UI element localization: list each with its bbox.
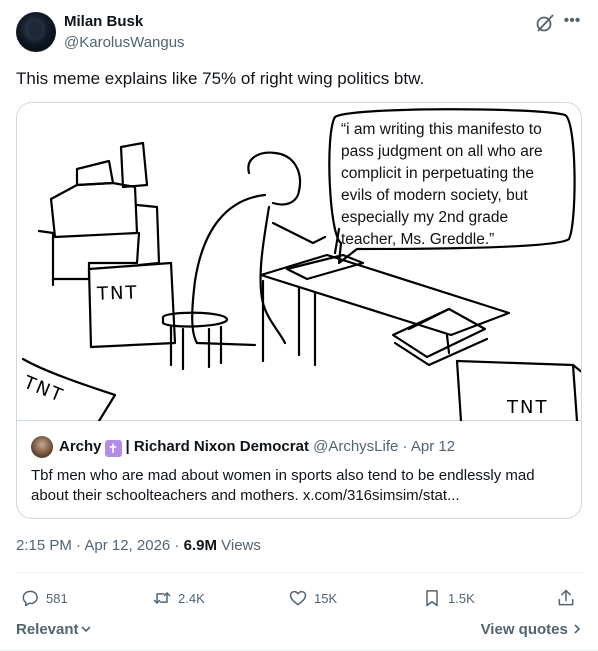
- sort-label: Relevant: [16, 621, 79, 638]
- action-bar: 581 2.4K 15K 1.5K: [16, 584, 582, 612]
- grok-icon[interactable]: [534, 12, 556, 34]
- quoted-avatar[interactable]: [31, 436, 53, 458]
- like-count: 15K: [314, 590, 338, 606]
- quoted-dot: ·: [402, 438, 408, 455]
- views-count: 6.9M: [183, 537, 217, 554]
- speech-bubble-text: “i am writing this manifesto to pass jud…: [341, 121, 543, 248]
- cross-icon: ✝: [104, 440, 122, 457]
- heart-icon: [289, 590, 307, 606]
- reply-icon: [22, 590, 38, 607]
- reply-button[interactable]: 581: [20, 584, 68, 612]
- quoted-header: Archy ✝ | Richard Nixon Democrat @ArchysLi…: [59, 438, 455, 457]
- author-handle[interactable]: @KarolusWangus: [64, 34, 185, 51]
- repost-count: 2.4K: [178, 590, 205, 606]
- repost-icon: [153, 592, 171, 604]
- more-icon[interactable]: •••: [562, 12, 582, 34]
- bookmark-icon: [426, 590, 438, 607]
- media-card[interactable]: TNT TNT TNT “i am writing this manifesto…: [16, 102, 582, 519]
- tweet-timestamp: 2:15 PM · Apr 12, 2026 · 6.9M Views: [16, 537, 261, 554]
- sort-dropdown[interactable]: Relevant: [16, 621, 92, 638]
- view-quotes-link[interactable]: View quotes: [481, 621, 582, 638]
- bookmark-count: 1.5K: [448, 590, 475, 606]
- repost-button[interactable]: 2.4K: [152, 584, 205, 612]
- tnt-label-1: TNT: [96, 282, 139, 305]
- quoted-date[interactable]: Apr 12: [411, 438, 455, 455]
- tweet-header: Milan Busk @KarolusWangus •••: [16, 12, 582, 52]
- quoted-handle[interactable]: @ArchysLife: [313, 438, 398, 455]
- share-button[interactable]: [556, 584, 582, 612]
- quoted-affiliation: | Richard Nixon Democrat: [125, 438, 309, 455]
- like-button[interactable]: 15K: [288, 584, 337, 612]
- quoted-name[interactable]: Archy: [59, 438, 102, 455]
- reply-count: 581: [46, 590, 68, 606]
- tnt-label-3: TNT: [507, 397, 549, 418]
- divider: [16, 572, 582, 573]
- quoted-text: Tbf men who are mad about women in sport…: [31, 467, 535, 504]
- chevron-down-icon: [80, 626, 91, 633]
- view-quotes-label: View quotes: [480, 621, 568, 638]
- author-avatar[interactable]: [16, 12, 56, 52]
- tweet-time[interactable]: 2:15 PM · Apr 12, 2026 ·: [16, 537, 184, 554]
- author-name[interactable]: Milan Busk: [64, 13, 143, 30]
- quoted-tweet[interactable]: Archy ✝ | Richard Nixon Democrat @ArchysLi…: [17, 422, 581, 518]
- chevron-right-icon: [574, 624, 581, 634]
- share-icon: [558, 589, 574, 606]
- tweet-text: This meme explains like 75% of right win…: [16, 69, 425, 88]
- meme-image[interactable]: TNT TNT TNT “i am writing this manifesto…: [17, 103, 581, 421]
- views-label: Views: [221, 537, 261, 554]
- bookmark-button[interactable]: 1.5K: [422, 584, 475, 612]
